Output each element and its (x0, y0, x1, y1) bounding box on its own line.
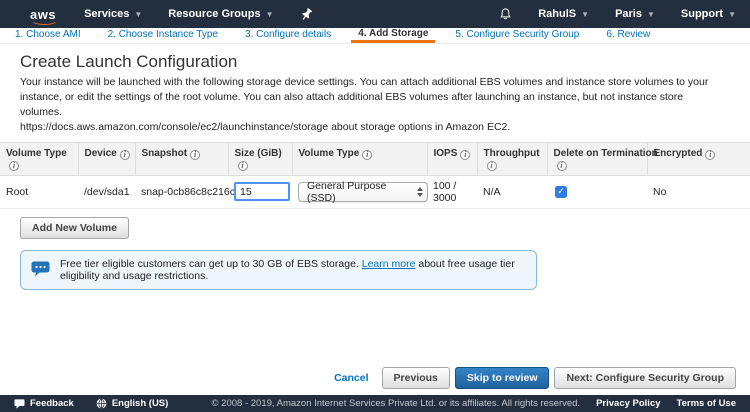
col-header-throughput: Throughputi (477, 142, 547, 175)
volume-type-select[interactable]: General Purpose (SSD) (298, 182, 428, 202)
chevron-down-icon: ▼ (728, 10, 736, 19)
col-header-size: Size (GiB)i (228, 142, 292, 175)
col-header-iops: IOPSi (427, 142, 477, 175)
throughput-cell: N/A (477, 175, 547, 208)
next-configure-security-group-button[interactable]: Next: Configure Security Group (554, 367, 736, 389)
topbar-right-group: RahulS ▼ Paris ▼ Support ▼ (473, 7, 736, 21)
step-add-storage-active[interactable]: 4. Add Storage (351, 28, 435, 43)
volume-type-select-cell: General Purpose (SSD) (292, 175, 427, 208)
chevron-down-icon: ▼ (134, 10, 142, 19)
free-tier-info-text: Free tier eligible customers can get up … (60, 258, 526, 282)
feedback-speech-icon (14, 399, 25, 409)
services-menu[interactable]: Services ▼ (84, 8, 142, 20)
free-tier-info-box: Free tier eligible customers can get up … (20, 250, 537, 290)
learn-more-link[interactable]: Learn more (362, 258, 416, 270)
select-stepper-icon (417, 187, 423, 197)
wizard-action-buttons: Cancel Previous Skip to review Next: Con… (334, 367, 736, 389)
support-menu-label: Support (681, 8, 723, 20)
cancel-link[interactable]: Cancel (334, 372, 368, 384)
info-icon[interactable]: i (190, 150, 200, 160)
chevron-down-icon: ▼ (581, 10, 589, 19)
col-header-device: Devicei (78, 142, 135, 175)
main-content: Create Launch Configuration Your instanc… (0, 44, 750, 290)
page-title: Create Launch Configuration (0, 50, 750, 75)
info-icon[interactable]: i (557, 161, 567, 171)
delete-on-termination-checkbox[interactable]: ✓ (555, 186, 567, 198)
copyright-text: © 2008 - 2019, Amazon Internet Services … (212, 398, 581, 409)
info-icon[interactable]: i (362, 150, 372, 160)
skip-to-review-button[interactable]: Skip to review (455, 367, 550, 389)
snapshot-cell: snap-0cb86c8c216c73f0f (135, 175, 228, 208)
services-menu-label: Services (84, 8, 129, 20)
previous-button[interactable]: Previous (382, 367, 450, 389)
speech-bubble-icon (31, 261, 50, 278)
info-icon[interactable]: i (120, 150, 130, 160)
col-header-volume-type-2: Volume Typei (292, 142, 427, 175)
col-header-snapshot: Snapshoti (135, 142, 228, 175)
device-cell: /dev/sda1 (78, 175, 135, 208)
iops-cell: 100 / 3000 (427, 175, 477, 208)
step-configure-security-group[interactable]: 5. Configure Security Group (448, 29, 586, 43)
info-icon[interactable]: i (487, 161, 497, 171)
info-icon[interactable]: i (460, 150, 470, 160)
wizard-steps-bar: 1. Choose AMI 2. Choose Instance Type 3.… (0, 28, 750, 44)
volume-type-cell: Root (0, 175, 78, 208)
col-header-volume-type: Volume Typei (0, 142, 78, 175)
region-menu[interactable]: Paris ▼ (615, 8, 655, 20)
chevron-down-icon: ▼ (266, 10, 274, 19)
step-configure-details[interactable]: 3. Configure details (238, 29, 338, 43)
region-menu-label: Paris (615, 8, 642, 20)
volume-type-selected-option: General Purpose (SSD) (307, 180, 417, 204)
info-icon[interactable]: i (9, 161, 19, 171)
table-header-row: Volume Typei Devicei Snapshoti Size (GiB… (0, 142, 750, 175)
add-new-volume-button[interactable]: Add New Volume (20, 217, 129, 239)
pin-shortcut-icon[interactable] (300, 8, 312, 21)
footer-right-group: © 2008 - 2019, Amazon Internet Services … (212, 398, 736, 409)
col-header-delete-on-termination: Delete on Terminationi (547, 142, 647, 175)
step-review[interactable]: 6. Review (599, 29, 657, 43)
resource-groups-menu[interactable]: Resource Groups ▼ (168, 8, 273, 20)
step-choose-instance-type[interactable]: 2. Choose Instance Type (101, 29, 225, 43)
top-navigation-bar: aws Services ▼ Resource Groups ▼ RahulS … (0, 0, 750, 28)
aws-logo-smile-icon (31, 19, 58, 25)
globe-icon (96, 398, 107, 409)
size-cell (228, 175, 292, 208)
support-menu[interactable]: Support ▼ (681, 8, 736, 20)
resource-groups-menu-label: Resource Groups (168, 8, 260, 20)
feedback-label: Feedback (30, 398, 74, 409)
account-menu[interactable]: RahulS ▼ (538, 8, 589, 20)
terms-of-use-link[interactable]: Terms of Use (677, 398, 736, 409)
table-row: Root /dev/sda1 snap-0cb86c8c216c73f0f Ge… (0, 175, 750, 208)
notifications-bell-icon[interactable] (499, 7, 512, 21)
encrypted-cell: No (647, 175, 750, 208)
info-icon[interactable]: i (705, 150, 715, 160)
aws-logo[interactable]: aws (30, 8, 56, 21)
account-menu-label: RahulS (538, 8, 576, 20)
language-label: English (US) (112, 398, 168, 409)
page-description: Your instance will be launched with the … (0, 75, 745, 120)
col-header-encrypted: Encryptedi (647, 142, 750, 175)
info-icon[interactable]: i (238, 161, 248, 171)
storage-volumes-table: Volume Typei Devicei Snapshoti Size (GiB… (0, 142, 750, 209)
chevron-down-icon: ▼ (647, 10, 655, 19)
storage-docs-line: https://docs.aws.amazon.com/console/ec2/… (0, 120, 750, 135)
delete-on-termination-cell: ✓ (547, 175, 647, 208)
footer-bar: Feedback English (US) © 2008 - 2019, Ama… (0, 395, 750, 412)
feedback-button[interactable]: Feedback (14, 398, 74, 409)
step-choose-ami[interactable]: 1. Choose AMI (8, 29, 88, 43)
language-selector[interactable]: English (US) (96, 398, 168, 409)
privacy-policy-link[interactable]: Privacy Policy (596, 398, 660, 409)
size-input[interactable] (234, 182, 290, 201)
